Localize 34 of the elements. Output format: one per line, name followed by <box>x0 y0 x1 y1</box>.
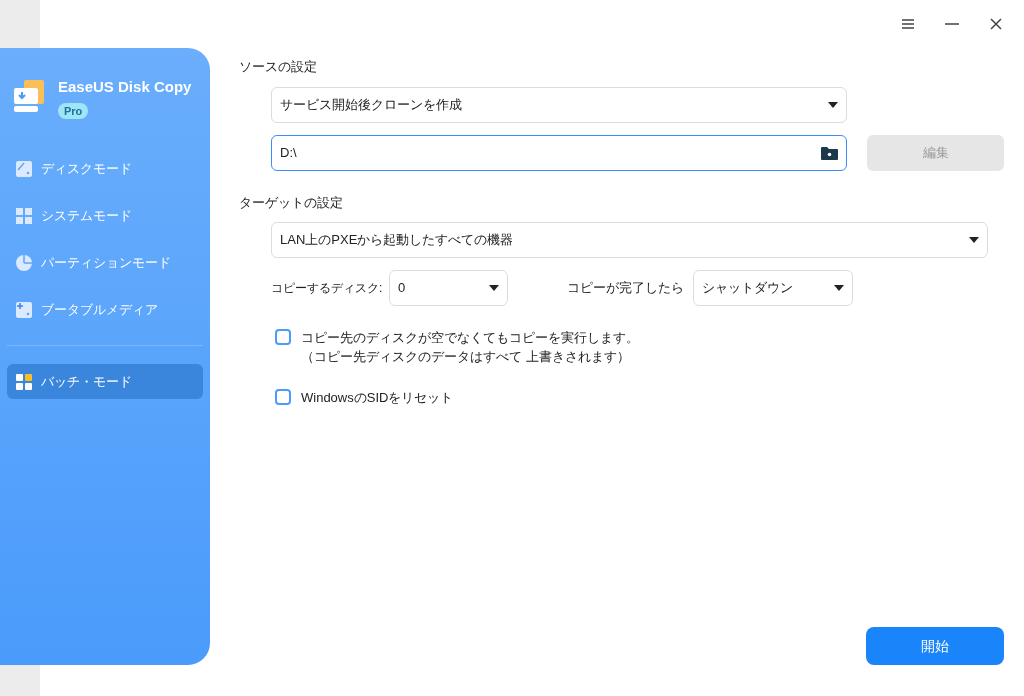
section-heading: ターゲットの設定 <box>239 193 344 212</box>
caret-icon <box>828 101 838 108</box>
sidebar-item[interactable]: ブータブルメディア <box>7 292 203 327</box>
sidebar-item[interactable]: システムモード <box>7 198 203 233</box>
caret-icon <box>969 237 979 243</box>
checkbox[interactable] <box>275 329 291 345</box>
grid-icon <box>15 372 33 391</box>
option-note: （コピー先ディスクのデータはすべて 上書きされます） <box>301 348 631 366</box>
dropdown[interactable]: サービス開始後クローンを作成 <box>271 86 847 123</box>
folder-icon <box>821 145 838 160</box>
pie-chart-icon <box>15 253 33 272</box>
app-name: EaseUS Disk Copy <box>58 77 192 97</box>
pro-badge: Pro <box>58 102 89 119</box>
path-input-field[interactable]: D:\ <box>271 134 847 171</box>
dropdown[interactable]: LAN上のPXEから起動したすべての機器 <box>271 222 988 258</box>
caret-icon <box>834 285 844 291</box>
disk-logo-icon <box>12 80 46 114</box>
dropdown[interactable]: 0 <box>389 270 508 306</box>
disk-label: コピーするディスク: <box>271 280 384 297</box>
start-button[interactable]: 開始 <box>866 627 1004 665</box>
sidebar-item[interactable]: パーティションモード <box>7 245 203 280</box>
sidebar-item[interactable]: バッチ・モード <box>7 364 203 399</box>
sidebar-item[interactable]: ディスクモード <box>7 151 203 186</box>
close-icon <box>990 18 1002 30</box>
caret-icon <box>489 285 499 291</box>
windows-icon <box>15 206 33 225</box>
dropdown[interactable]: シャットダウン <box>693 270 853 306</box>
minimize-icon <box>945 23 959 25</box>
menu-icon <box>901 18 915 30</box>
checkbox[interactable] <box>275 389 291 405</box>
section-heading: ソースの設定 <box>239 58 318 76</box>
after-copy-label: コピーが完了したら <box>567 279 685 298</box>
option-label: コピー先のディスクが空でなくてもコピーを実行します。 <box>301 329 639 347</box>
option-label: WindowsのSIDをリセット <box>301 389 454 407</box>
